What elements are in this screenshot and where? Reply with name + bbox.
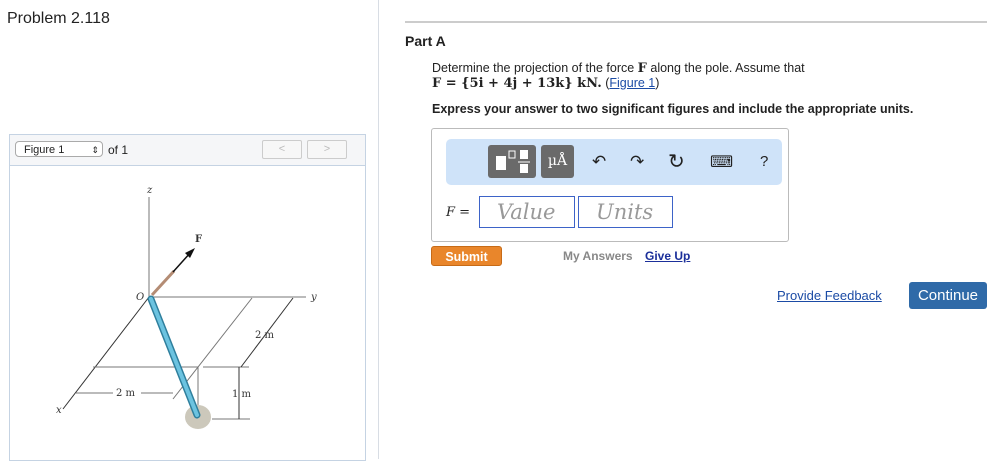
keyboard-icon[interactable]: ⌨ (710, 152, 733, 172)
origin-label: O (136, 292, 144, 303)
help-icon[interactable]: ? (760, 153, 768, 170)
force-equation: F = {5i + 4j + 13k} kN. (432, 76, 602, 91)
dimension-label: 2 m (255, 330, 275, 341)
fraction-template-icon (496, 150, 530, 173)
value-input[interactable]: Value (479, 196, 575, 228)
left-pane: Problem 2.118 Figure 1 ⇕ of 1 < > z y x O… (0, 0, 379, 461)
answer-label: F = (446, 205, 471, 220)
question-part: along the pole. Assume that (646, 61, 805, 75)
force-symbol: F (637, 61, 647, 76)
part-title: Part A (405, 33, 446, 49)
provide-feedback-link[interactable]: Provide Feedback (777, 288, 882, 303)
figure-diagram: z y x O F 2 m 2 m 1 m (56, 185, 317, 429)
x-axis (62, 296, 150, 410)
question-text: Determine the projection of the force F … (432, 61, 805, 91)
continue-button[interactable]: Continue (909, 282, 987, 309)
reset-icon[interactable]: ↻ (668, 149, 685, 174)
units-button[interactable]: µÅ (541, 145, 574, 178)
x-label: x (56, 405, 62, 416)
y-label: y (310, 292, 317, 303)
my-answers-link[interactable]: My Answers (563, 249, 633, 263)
z-label: z (146, 185, 153, 196)
give-up-link[interactable]: Give Up (645, 249, 690, 263)
redo-icon[interactable]: ↷ (630, 152, 644, 172)
templates-button[interactable] (488, 145, 536, 178)
math-toolbar: µÅ ↶ ↷ ↻ ⌨ ? (446, 139, 782, 185)
figure-link[interactable]: Figure 1 (609, 76, 655, 90)
force-label: F (195, 234, 202, 245)
dimension-label: 2 m (116, 388, 136, 399)
divider (405, 21, 987, 23)
answer-box: µÅ ↶ ↷ ↻ ⌨ ? F = Value Units (431, 128, 789, 242)
undo-icon[interactable]: ↶ (592, 152, 606, 172)
question-part: Determine the projection of the force (432, 61, 638, 75)
force-rod (150, 269, 176, 297)
units-input[interactable]: Units (578, 196, 673, 228)
figure-panel: Figure 1 ⇕ of 1 < > z y x O F 2 m 2 m 1 m (9, 134, 366, 461)
submit-button[interactable]: Submit (431, 246, 502, 266)
instruction: Express your answer to two significant f… (432, 102, 914, 116)
dimension-label: 1 m (232, 389, 252, 400)
